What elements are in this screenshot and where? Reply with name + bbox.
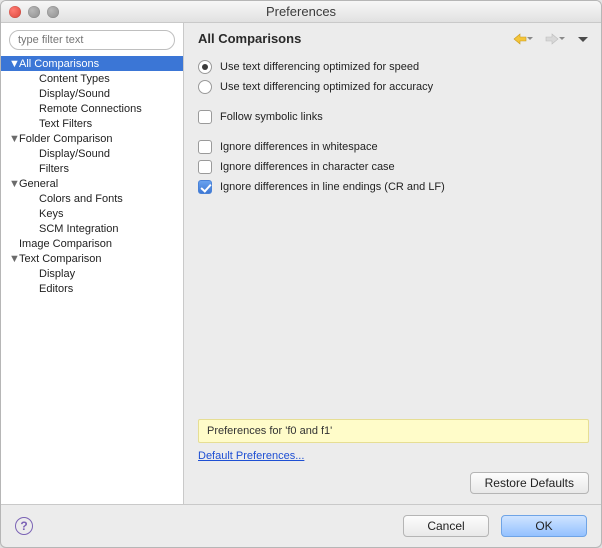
disclosure-triangle-icon[interactable]: ▼ <box>9 253 19 265</box>
tree-item[interactable]: ▼General <box>1 176 183 191</box>
help-icon[interactable]: ? <box>15 517 33 535</box>
tree-item-label: All Comparisons <box>19 58 99 70</box>
radio-icon <box>198 80 212 94</box>
checkbox-icon <box>198 180 212 194</box>
tree-item[interactable]: ▼Folder Comparison <box>1 131 183 146</box>
check-follow-symlinks[interactable]: Follow symbolic links <box>198 110 589 124</box>
default-preferences-link[interactable]: Default Preferences... <box>198 450 304 462</box>
sidebar: ▼All ComparisonsContent TypesDisplay/Sou… <box>1 23 184 504</box>
tree-item-label: Image Comparison <box>19 238 112 250</box>
checkbox-icon <box>198 160 212 174</box>
checkbox-label: Ignore differences in character case <box>220 161 395 173</box>
radio-label: Use text differencing optimized for spee… <box>220 61 419 73</box>
tree-item-label: Content Types <box>39 73 110 85</box>
disclosure-triangle-icon[interactable]: ▼ <box>9 178 19 190</box>
back-button[interactable] <box>513 32 535 46</box>
titlebar: Preferences <box>1 1 601 23</box>
checkbox-label: Ignore differences in line endings (CR a… <box>220 181 445 193</box>
tree-item[interactable]: Display/Sound <box>1 86 183 101</box>
ok-button[interactable]: OK <box>501 515 587 537</box>
tree-item-label: Text Filters <box>39 118 92 130</box>
tree-item[interactable]: ▼Text Comparison <box>1 251 183 266</box>
view-menu-button[interactable] <box>577 32 589 46</box>
cancel-button[interactable]: Cancel <box>403 515 489 537</box>
tree-item-label: Filters <box>39 163 69 175</box>
tree-item[interactable]: Image Comparison <box>1 236 183 251</box>
checkbox-label: Follow symbolic links <box>220 111 323 123</box>
tree-item[interactable]: Remote Connections <box>1 101 183 116</box>
tree-item[interactable]: SCM Integration <box>1 221 183 236</box>
content-pane: All Comparisons <box>184 23 601 504</box>
checkbox-icon <box>198 140 212 154</box>
tree-item[interactable]: Content Types <box>1 71 183 86</box>
preferences-window: Preferences ▼All ComparisonsContent Type… <box>0 0 602 548</box>
scope-banner: Preferences for 'f0 and f1' <box>198 419 589 443</box>
tree-item-label: Display/Sound <box>39 148 110 160</box>
tree-item-label: Colors and Fonts <box>39 193 123 205</box>
check-ignore-whitespace[interactable]: Ignore differences in whitespace <box>198 140 589 154</box>
restore-defaults-button[interactable]: Restore Defaults <box>470 472 589 494</box>
tree-item-label: Keys <box>39 208 63 220</box>
tree-item[interactable]: Filters <box>1 161 183 176</box>
tree-item-label: Folder Comparison <box>19 133 113 145</box>
close-icon[interactable] <box>9 6 21 18</box>
tree-item[interactable]: ▼All Comparisons <box>1 56 183 71</box>
radio-diff-speed[interactable]: Use text differencing optimized for spee… <box>198 60 589 74</box>
checkbox-label: Ignore differences in whitespace <box>220 141 378 153</box>
radio-label: Use text differencing optimized for accu… <box>220 81 433 93</box>
tree-item[interactable]: Display/Sound <box>1 146 183 161</box>
tree-item[interactable]: Text Filters <box>1 116 183 131</box>
forward-button[interactable] <box>545 32 567 46</box>
checkbox-icon <box>198 110 212 124</box>
zoom-icon[interactable] <box>47 6 59 18</box>
tree-item-label: Display <box>39 268 75 280</box>
disclosure-triangle-icon[interactable]: ▼ <box>9 58 19 70</box>
disclosure-triangle-icon[interactable]: ▼ <box>9 133 19 145</box>
radio-diff-accuracy[interactable]: Use text differencing optimized for accu… <box>198 80 589 94</box>
tree-item[interactable]: Editors <box>1 281 183 296</box>
window-title: Preferences <box>1 4 601 19</box>
minimize-icon[interactable] <box>28 6 40 18</box>
tree-item-label: Display/Sound <box>39 88 110 100</box>
tree-item-label: SCM Integration <box>39 223 118 235</box>
history-nav <box>513 32 589 46</box>
tree-item[interactable]: Keys <box>1 206 183 221</box>
page-title: All Comparisons <box>198 31 301 46</box>
tree-item-label: Remote Connections <box>39 103 142 115</box>
tree-item-label: Editors <box>39 283 73 295</box>
preferences-tree[interactable]: ▼All ComparisonsContent TypesDisplay/Sou… <box>1 56 183 504</box>
radio-icon <box>198 60 212 74</box>
dialog-footer: ? Cancel OK <box>1 505 601 547</box>
check-ignore-case[interactable]: Ignore differences in character case <box>198 160 589 174</box>
tree-item-label: General <box>19 178 58 190</box>
tree-item[interactable]: Colors and Fonts <box>1 191 183 206</box>
window-controls <box>9 6 59 18</box>
filter-input[interactable] <box>9 30 175 50</box>
check-ignore-line-endings[interactable]: Ignore differences in line endings (CR a… <box>198 180 589 194</box>
tree-item[interactable]: Display <box>1 266 183 281</box>
tree-item-label: Text Comparison <box>19 253 102 265</box>
